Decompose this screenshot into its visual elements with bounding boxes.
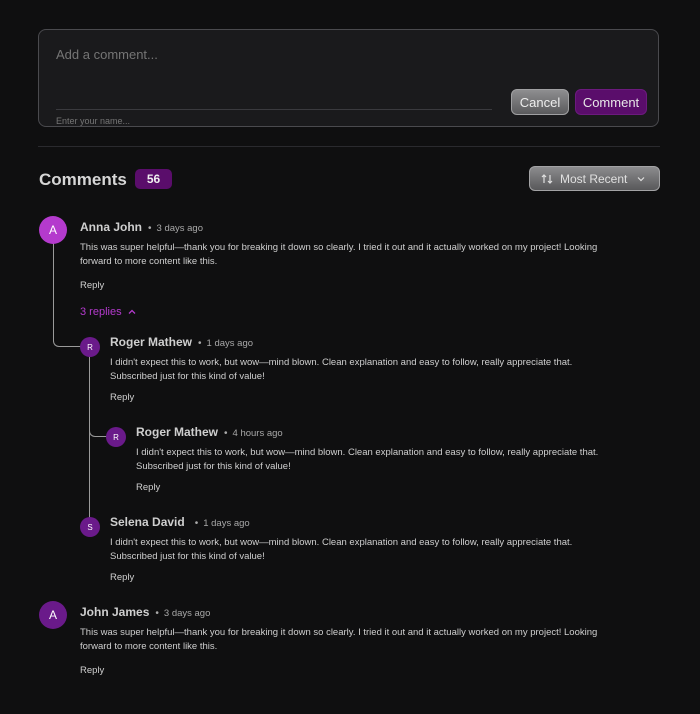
separator-dot: • (224, 428, 228, 439)
sort-label: Most Recent (560, 171, 628, 186)
timestamp: 4 hours ago (232, 428, 283, 439)
avatar: S (80, 517, 100, 537)
comment-text: I didn't expect this to work, but wow—mi… (110, 536, 572, 564)
timestamp: 3 days ago (156, 223, 203, 234)
author-name: John James (80, 605, 150, 619)
timestamp: 1 days ago (206, 338, 254, 349)
chevron-up-icon (128, 309, 136, 314)
thread-line (53, 243, 54, 338)
comment-text-line: forward to more content like this. (80, 641, 218, 652)
comment-text: I didn't expect this to work, but wow—mi… (110, 356, 572, 384)
avatar: A (39, 601, 67, 629)
chevron-down-icon (637, 176, 645, 181)
comment-header: John James • 3 days ago (80, 605, 210, 619)
name-input[interactable] (56, 109, 492, 126)
comment-text-line: Subscribed just for this kind of value! (110, 371, 265, 382)
author-name: Selena David (110, 515, 185, 529)
comment-text-line: I didn't expect this to work, but wow—mi… (110, 357, 573, 368)
comment-text-line: I didn't expect this to work, but wow—mi… (136, 447, 599, 458)
comment-header: Selena David • 1 days ago (110, 515, 250, 529)
separator-dot: • (198, 338, 202, 349)
cancel-button[interactable]: Cancel (511, 89, 569, 115)
reply-button[interactable]: Reply (110, 392, 134, 403)
comment-text: This was super helpful—thank you for bre… (80, 626, 597, 654)
comment-text-line: This was super helpful—thank you for bre… (80, 627, 598, 638)
comment-text-line: Subscribed just for this kind of value! (136, 461, 291, 472)
divider (38, 146, 660, 147)
avatar: R (106, 427, 126, 447)
author-name: Roger Mathew (110, 335, 193, 349)
avatar: A (39, 216, 67, 244)
replies-toggle[interactable]: 3 replies (80, 306, 137, 318)
comment-text-line: Subscribed just for this kind of value! (110, 551, 265, 562)
comment-input[interactable] (56, 47, 486, 62)
comment-header: Roger Mathew • 1 days ago (110, 335, 253, 349)
thread-line (89, 356, 90, 518)
author-name: Roger Mathew (136, 425, 219, 439)
sort-arrows-icon (541, 173, 553, 184)
comment-text: This was super helpful—thank you for bre… (80, 241, 597, 269)
comment-header: Roger Mathew • 4 hours ago (136, 425, 283, 439)
separator-dot: • (194, 518, 199, 529)
thread-connector (53, 330, 82, 347)
timestamp: 1 days ago (203, 518, 250, 529)
reply-button[interactable]: Reply (80, 665, 104, 676)
reply-button[interactable]: Reply (136, 482, 160, 493)
comments-title: Comments (39, 170, 127, 189)
comment-text-line: forward to more content like this. (80, 256, 218, 267)
comment-text-line: This was super helpful—thank you for bre… (80, 242, 598, 253)
reply-button[interactable]: Reply (110, 572, 134, 583)
separator-dot: • (148, 223, 152, 234)
avatar: R (80, 337, 100, 357)
comment-header: Anna John • 3 days ago (80, 220, 203, 234)
comment-button[interactable]: Comment (575, 89, 647, 115)
comment-text-line: I didn't expect this to work, but wow—mi… (110, 537, 573, 548)
comment-text: I didn't expect this to work, but wow—mi… (136, 446, 598, 474)
author-name: Anna John (80, 220, 142, 234)
timestamp: 3 days ago (163, 608, 211, 619)
sort-dropdown[interactable]: Most Recent (529, 166, 660, 191)
replies-toggle-label: 3 replies (80, 306, 122, 318)
thread-connector (89, 426, 107, 437)
reply-button[interactable]: Reply (80, 280, 104, 291)
comments-count-badge: 56 (135, 169, 172, 189)
comment-composer: Cancel Comment (38, 29, 659, 127)
separator-dot: • (155, 608, 159, 619)
